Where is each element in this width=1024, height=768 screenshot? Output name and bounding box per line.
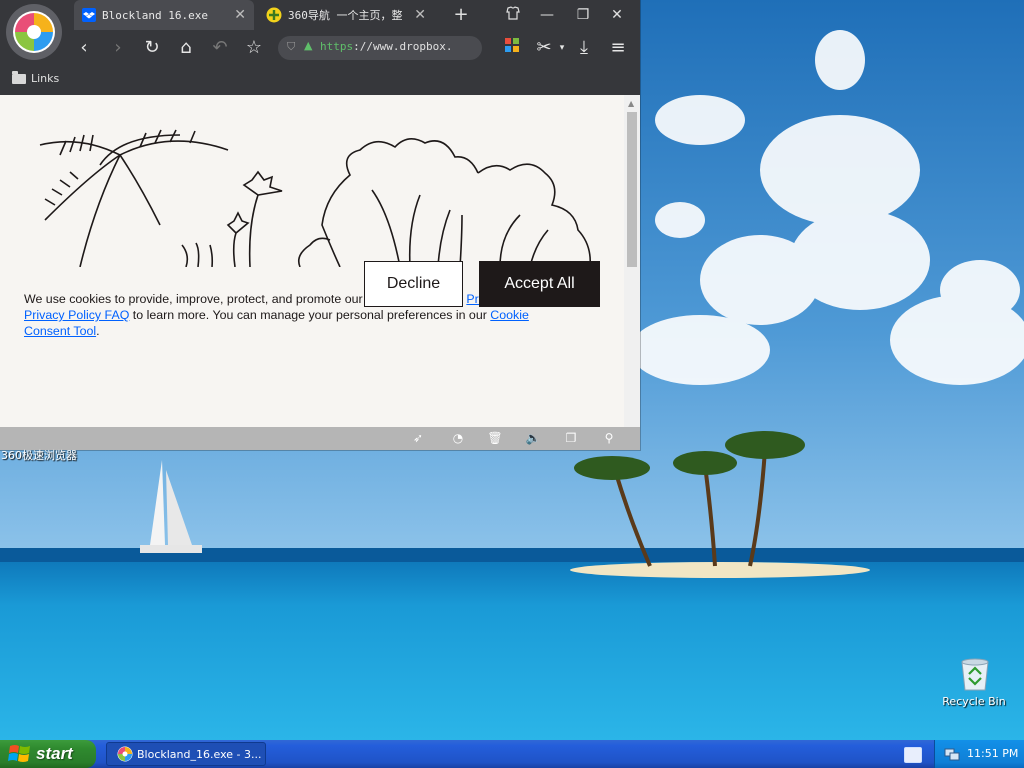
windows-logo-icon	[8, 745, 30, 762]
restore-icon[interactable]: ❐	[572, 5, 594, 25]
plant-illustration	[0, 95, 624, 270]
tab-strip: Blockland 16.exe ✕ 360导航 一个主页，整 ✕ + — ❐ …	[74, 0, 640, 30]
url-text: https://www.dropbox.	[320, 40, 453, 53]
cookie-text-part: to learn more. You can manage your perso…	[129, 308, 491, 322]
recycle-bin-label: Recycle Bin	[942, 695, 1006, 708]
keyboard-icon[interactable]	[904, 747, 922, 763]
accept-all-button[interactable]: Accept All	[479, 261, 600, 307]
home-icon[interactable]: ⌂	[174, 36, 198, 60]
menu-icon[interactable]: ≡	[606, 36, 630, 60]
star-icon[interactable]: ☆	[242, 36, 266, 60]
zoom-icon[interactable]: ⚲	[601, 430, 617, 446]
tab-blockland[interactable]: Blockland 16.exe ✕	[74, 0, 254, 30]
rocket-icon[interactable]: ➶	[410, 430, 426, 446]
network-icon[interactable]	[944, 746, 960, 762]
clock[interactable]: 11:51 PM	[967, 747, 1018, 760]
lock-icon: ▲	[304, 39, 313, 52]
shirt-skin-icon[interactable]	[502, 5, 524, 25]
taskbar: start Blockland_16.exe - 3... 11:51 PM	[0, 740, 1024, 768]
folder-icon	[12, 70, 26, 84]
browser-360-icon	[117, 746, 133, 762]
browser-toolbar: Blockland 16.exe ✕ 360导航 一个主页，整 ✕ + — ❐ …	[0, 0, 640, 95]
tab-close-icon[interactable]: ✕	[234, 7, 246, 23]
bookmark-label: Links	[31, 72, 60, 85]
bookmark-links[interactable]: Links	[12, 70, 60, 85]
navigation-bar: ‹ › ↻ ⌂ ↶ ☆ ⛉ ▲ https://www.dropbox. ✂ ▾…	[0, 32, 640, 64]
forward-icon[interactable]: ›	[106, 36, 130, 60]
tab-close-icon[interactable]: ✕	[414, 7, 426, 23]
browser-status-bar: ➶ ◔ 🗑 🔈 ❐ ⚲	[0, 427, 640, 450]
scroll-up-arrow-icon[interactable]: ▲	[628, 99, 634, 108]
back-icon[interactable]: ‹	[72, 36, 96, 60]
reload-icon[interactable]: ↻	[140, 36, 164, 60]
cookie-text-part: .	[96, 324, 100, 338]
apps-grid-icon[interactable]	[500, 36, 524, 60]
download-icon[interactable]: ⤓	[572, 36, 596, 60]
360-nav-icon	[266, 7, 282, 23]
taskbar-item-label: Blockland_16.exe - 3...	[137, 747, 262, 761]
taskbar-item-blockland[interactable]: Blockland_16.exe - 3...	[106, 742, 266, 766]
bookmark-bar: Links	[0, 70, 640, 92]
speed-icon[interactable]: ◔	[450, 430, 466, 446]
shield-icon: ⛉	[287, 40, 296, 53]
chevron-down-icon[interactable]: ▾	[550, 36, 574, 60]
decline-button[interactable]: Decline	[364, 261, 463, 307]
address-bar[interactable]: ⛉ ▲ https://www.dropbox.	[278, 36, 482, 60]
tab-title: 360导航 一个主页，整	[288, 9, 403, 22]
new-tab-icon[interactable]: +	[450, 5, 472, 25]
undo-close-icon[interactable]: ↶	[208, 36, 232, 60]
sound-icon[interactable]: 🔈	[525, 430, 541, 446]
browser-window: Blockland 16.exe ✕ 360导航 一个主页，整 ✕ + — ❐ …	[0, 0, 640, 450]
desktop-icon-360-browser[interactable]: 360极速浏览器	[0, 449, 78, 462]
privacy-policy-faq-link[interactable]: Privacy Policy FAQ	[24, 308, 129, 322]
vertical-scrollbar[interactable]: ▲	[624, 95, 640, 427]
start-label: start	[36, 744, 73, 763]
recycle-bin-icon[interactable]	[950, 656, 1000, 692]
system-tray: 11:51 PM	[934, 740, 1024, 768]
dropbox-icon	[82, 8, 96, 22]
trash-icon[interactable]: 🗑	[487, 430, 503, 446]
close-icon[interactable]: ✕	[606, 5, 628, 25]
scroll-thumb[interactable]	[627, 112, 637, 267]
window-icon[interactable]: ❐	[563, 430, 579, 446]
tab-title: Blockland 16.exe	[102, 8, 208, 22]
minimize-icon[interactable]: —	[536, 5, 558, 25]
start-button[interactable]: start	[0, 740, 96, 768]
tab-360-nav[interactable]: 360导航 一个主页，整 ✕	[258, 0, 434, 30]
